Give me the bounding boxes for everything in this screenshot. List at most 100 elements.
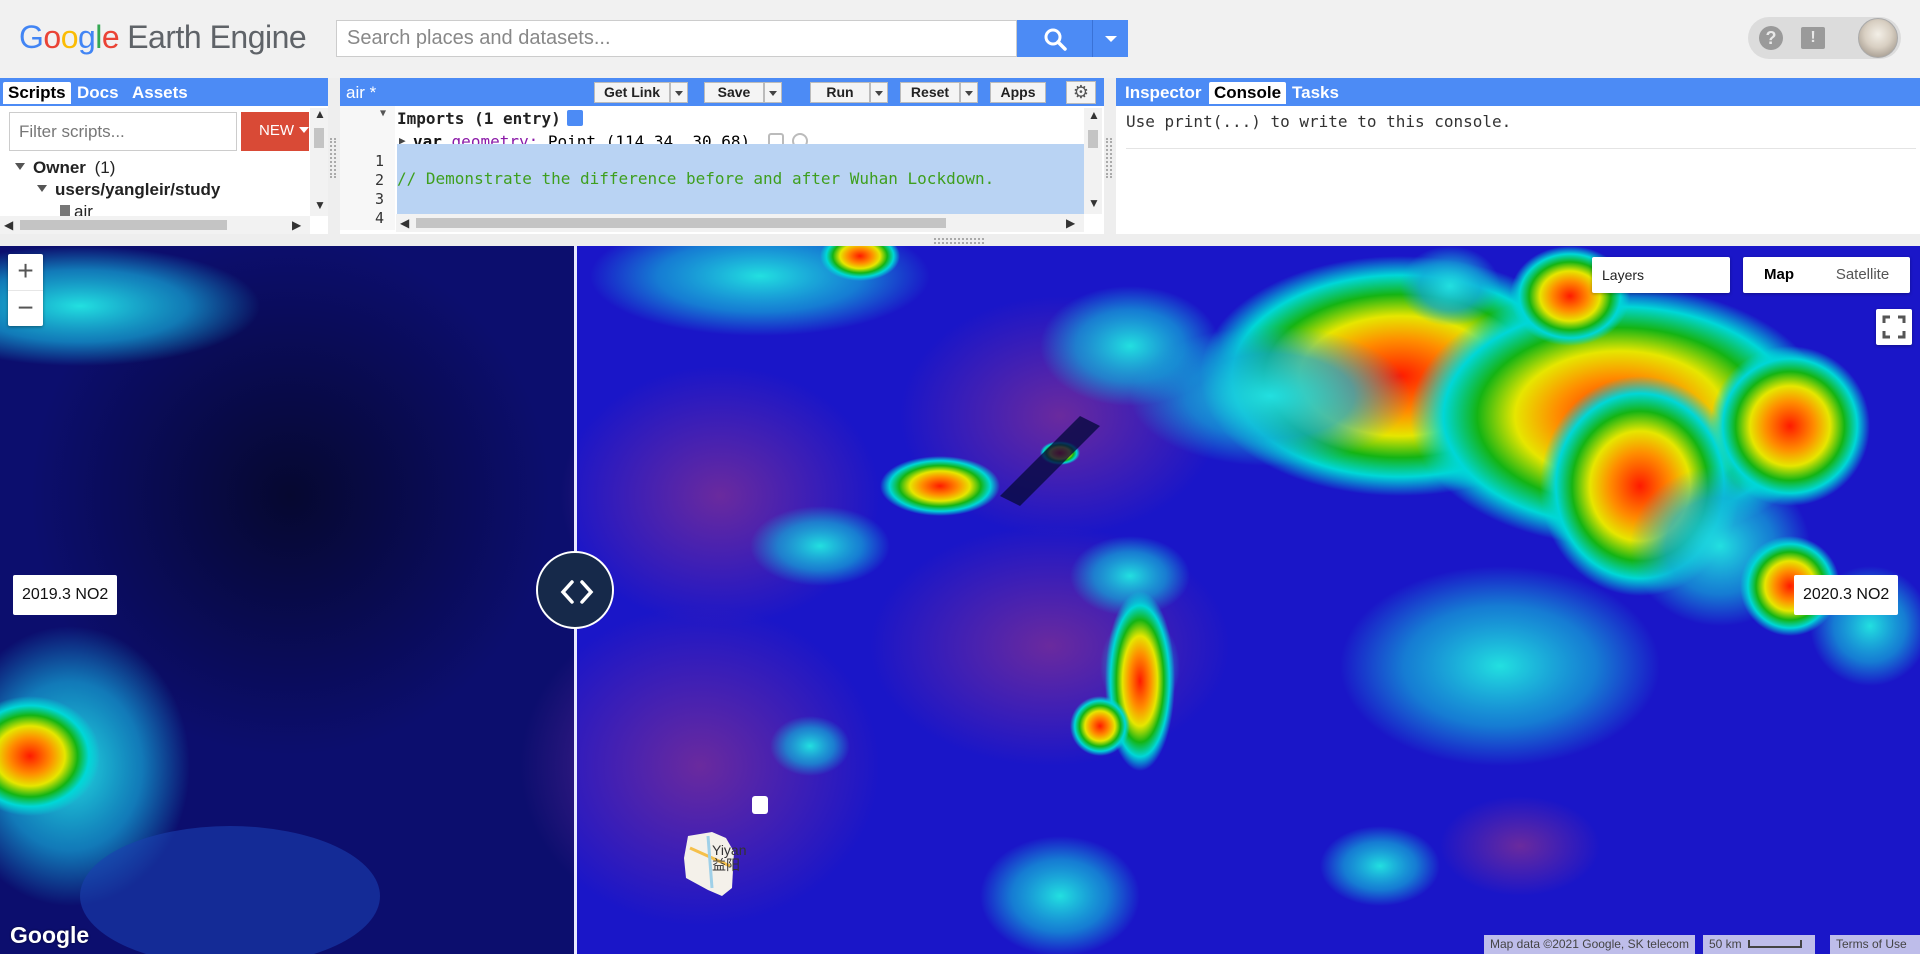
- chevron-down-icon: [1104, 35, 1117, 42]
- caret-down-icon: [37, 185, 47, 192]
- city-label: Yiyan 益阳: [712, 843, 747, 873]
- code-panels: Scripts Docs Assets NEW Owner (1) users/…: [0, 78, 1920, 246]
- map-view[interactable]: + − Layers Map Satellite 2019.3 NO2 2020…: [0, 246, 1920, 954]
- map-scale[interactable]: 50 km: [1703, 935, 1815, 954]
- save-button[interactable]: Save: [704, 82, 764, 103]
- save-dropdown[interactable]: [764, 82, 782, 103]
- console-divider: [1126, 148, 1916, 149]
- scroll-right-icon[interactable]: ▶: [292, 218, 301, 232]
- scroll-up-icon[interactable]: ▲: [1088, 108, 1100, 122]
- zoom-control: + −: [8, 254, 43, 326]
- script-title: air *: [346, 83, 377, 102]
- scroll-thumb[interactable]: [1088, 130, 1098, 148]
- right-tabbar: Inspector Console Tasks: [1116, 78, 1920, 106]
- scroll-right-icon[interactable]: ▶: [1066, 216, 1075, 230]
- apps-button[interactable]: Apps: [990, 82, 1046, 103]
- reset-dropdown[interactable]: [960, 82, 978, 103]
- avatar[interactable]: [1858, 18, 1898, 58]
- scripts-vertical-scrollbar[interactable]: ▲ ▼: [310, 107, 328, 216]
- script-tree: Owner (1) users/yangleir/study air: [0, 154, 310, 216]
- line-number: 2: [374, 171, 384, 189]
- basemap-fragment: [752, 796, 768, 814]
- fold-caret-icon[interactable]: ▼: [380, 108, 386, 119]
- editor-vertical-scrollbar[interactable]: ▲ ▼: [1084, 108, 1102, 214]
- left-panel-resizer[interactable]: [330, 138, 336, 178]
- zoom-in-button[interactable]: +: [8, 254, 43, 290]
- help-icon[interactable]: ?: [1759, 26, 1783, 50]
- chevron-left-right-icon: [560, 580, 594, 604]
- tab-assets[interactable]: Assets: [127, 82, 193, 104]
- scroll-left-icon[interactable]: ◀: [400, 216, 409, 230]
- code-area[interactable]: ▼ Imports (1 entry) ▶ var geometry: Poin…: [340, 106, 1084, 230]
- tab-console[interactable]: Console: [1209, 82, 1287, 104]
- code-comment-line: // Demonstrate the difference before and…: [397, 169, 995, 188]
- city-label-en: Yiyan: [712, 842, 747, 858]
- code-editor-panel: air * Get Link Save Run Reset Apps ⚙ ▼ I…: [340, 78, 1104, 234]
- reset-button[interactable]: Reset: [900, 82, 960, 103]
- search-input[interactable]: [337, 21, 1016, 56]
- split-panel-handle[interactable]: [536, 551, 614, 629]
- editor-horizontal-scrollbar[interactable]: ◀ ▶: [396, 214, 1084, 232]
- map-type-control: Map Satellite: [1743, 257, 1910, 293]
- tree-file-air[interactable]: air: [60, 202, 93, 216]
- no2-map-layer: [0, 246, 1920, 954]
- imports-header[interactable]: Imports (1 entry): [397, 109, 583, 128]
- scroll-thumb[interactable]: [314, 128, 324, 148]
- scroll-thumb[interactable]: [20, 220, 227, 230]
- gear-icon[interactable]: ⚙: [1066, 81, 1096, 104]
- map-attribution[interactable]: Map data ©2021 Google, SK telecom: [1484, 935, 1695, 954]
- zoom-out-button[interactable]: −: [8, 290, 43, 326]
- layers-button[interactable]: Layers: [1592, 257, 1730, 293]
- console-panel: Inspector Console Tasks Use print(...) t…: [1116, 78, 1920, 234]
- map-panel-resizer[interactable]: [934, 238, 984, 244]
- google-logo: Google: [10, 922, 90, 948]
- logo-product-name: Earth Engine: [127, 19, 307, 55]
- tab-inspector[interactable]: Inspector: [1120, 82, 1207, 104]
- city-label-cn: 益阳: [712, 857, 740, 873]
- tab-scripts[interactable]: Scripts: [3, 82, 71, 104]
- search-button[interactable]: [1017, 20, 1092, 57]
- map-type-map[interactable]: Map: [1743, 257, 1815, 293]
- new-button[interactable]: NEW: [241, 112, 309, 151]
- tree-owner-label: Owner: [33, 158, 86, 177]
- search-box[interactable]: [336, 20, 1017, 57]
- scale-bar: [1748, 940, 1803, 948]
- document-icon[interactable]: [566, 110, 583, 126]
- earth-engine-logo[interactable]: Google Earth Engine: [19, 19, 307, 56]
- line-number: 4: [374, 209, 384, 227]
- search-icon: [1044, 28, 1067, 51]
- file-icon: [60, 205, 70, 216]
- tree-repo-label: users/yangleir/study: [55, 180, 221, 199]
- tab-docs[interactable]: Docs: [72, 82, 124, 104]
- filter-scripts-box[interactable]: [9, 112, 237, 151]
- scroll-down-icon[interactable]: ▼: [314, 198, 326, 212]
- tree-repo-node[interactable]: users/yangleir/study: [37, 180, 220, 200]
- run-dropdown[interactable]: [870, 82, 888, 103]
- tree-file-label: air: [74, 202, 93, 216]
- scripts-horizontal-scrollbar[interactable]: ◀ ▶: [0, 216, 310, 234]
- terms-of-use-link[interactable]: Terms of Use: [1830, 935, 1920, 954]
- tab-tasks[interactable]: Tasks: [1287, 82, 1344, 104]
- run-button[interactable]: Run: [810, 82, 870, 103]
- left-layer-label: 2019.3 NO2: [13, 575, 118, 615]
- scale-label: 50 km: [1709, 937, 1742, 951]
- scroll-up-icon[interactable]: ▲: [314, 107, 326, 121]
- scripts-panel: Scripts Docs Assets NEW Owner (1) users/…: [0, 78, 328, 234]
- feedback-icon[interactable]: !: [1801, 27, 1825, 49]
- left-tabbar: Scripts Docs Assets: [0, 78, 328, 106]
- scroll-thumb[interactable]: [416, 218, 946, 228]
- filter-scripts-input[interactable]: [10, 113, 236, 150]
- scroll-down-icon[interactable]: ▼: [1088, 196, 1100, 210]
- tree-owner-node[interactable]: Owner (1): [15, 158, 115, 178]
- imports-label: Imports (1 entry): [397, 109, 561, 128]
- line-number: 1: [374, 152, 384, 170]
- search-options-dropdown[interactable]: [1092, 20, 1128, 57]
- get-link-button[interactable]: Get Link: [594, 82, 670, 103]
- fullscreen-button[interactable]: [1876, 309, 1912, 345]
- editor-panel-resizer[interactable]: [1106, 138, 1112, 178]
- get-link-dropdown[interactable]: [670, 82, 688, 103]
- scroll-left-icon[interactable]: ◀: [4, 218, 13, 232]
- editor-toolbar: air * Get Link Save Run Reset Apps ⚙: [340, 78, 1104, 106]
- map-type-satellite[interactable]: Satellite: [1815, 257, 1910, 293]
- tree-owner-count: (1): [94, 158, 116, 177]
